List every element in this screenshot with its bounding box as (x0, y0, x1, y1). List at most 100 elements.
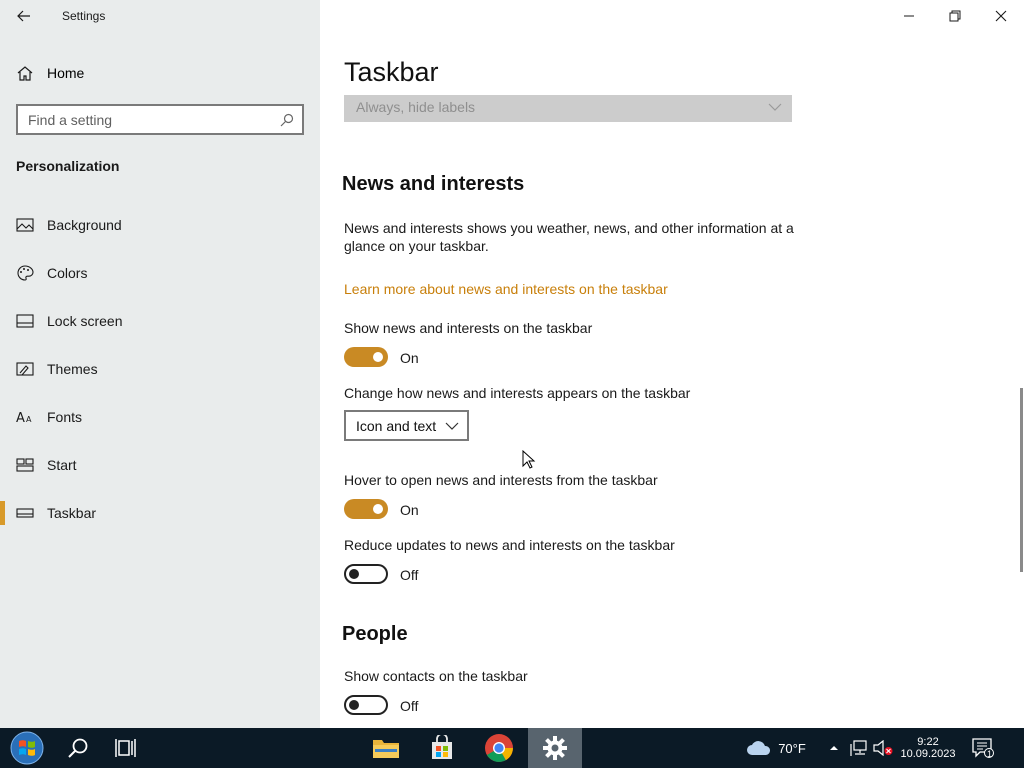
show-hidden-icons-button[interactable] (826, 728, 842, 768)
dropdown-value: Always, hide labels (356, 99, 476, 115)
hover-open-label: Hover to open news and interests from th… (344, 472, 658, 488)
sidebar-item-themes[interactable]: Themes (0, 349, 320, 389)
show-contacts-state: Off (400, 698, 419, 714)
news-description: News and interests shows you weather, ne… (344, 220, 794, 254)
home-nav-item[interactable]: Home (0, 58, 320, 88)
sidebar-item-label: Background (47, 217, 122, 233)
sidebar-item-label: Colors (47, 265, 88, 281)
taskbar: 70°F 9:22 10.09.2023 1 (0, 728, 1024, 768)
taskbar-search-button[interactable] (56, 728, 100, 768)
store-icon (432, 735, 452, 759)
lock-screen-icon (16, 314, 34, 328)
clock-time: 9:22 (917, 736, 939, 748)
sidebar-item-label: Fonts (47, 409, 83, 425)
show-contacts-label: Show contacts on the taskbar (344, 668, 528, 684)
appearance-label: Change how news and interests appears on… (344, 385, 691, 401)
network-icon (850, 740, 867, 756)
task-view-icon (115, 739, 136, 757)
back-button[interactable] (10, 4, 38, 28)
task-view-button[interactable] (104, 728, 148, 768)
cloud-icon (747, 741, 771, 755)
clock-button[interactable]: 9:22 10.09.2023 (896, 728, 960, 768)
sidebar-item-taskbar[interactable]: Taskbar (0, 493, 320, 533)
toggle-knob (373, 352, 383, 362)
taskbar-icon (16, 508, 34, 518)
chevron-up-icon (830, 746, 838, 750)
store-button[interactable] (420, 728, 464, 768)
start-button[interactable] (4, 728, 50, 768)
sidebar-item-label: Themes (47, 361, 98, 377)
gear-icon (543, 736, 567, 760)
settings-taskbar-button[interactable] (528, 728, 582, 768)
app-title: Settings (62, 9, 106, 23)
reduce-updates-toggle[interactable] (344, 564, 388, 584)
page-title: Taskbar (344, 57, 439, 87)
show-news-toggle[interactable] (344, 347, 388, 367)
chevron-down-icon (445, 422, 459, 430)
palette-icon (17, 265, 34, 281)
close-icon (995, 10, 1007, 22)
active-indicator (0, 501, 5, 525)
taskbar-labels-dropdown: Always, hide labels (344, 95, 792, 122)
weather-temp: 70°F (778, 740, 806, 756)
action-center-button[interactable]: 1 (966, 728, 1000, 768)
svg-text:A: A (16, 411, 25, 425)
mouse-cursor-icon (522, 450, 536, 469)
reduce-updates-label: Reduce updates to news and interests on … (344, 537, 675, 553)
chrome-button[interactable] (476, 728, 522, 768)
svg-text:A: A (26, 415, 32, 424)
chrome-icon (485, 734, 513, 762)
weather-widget[interactable]: 70°F (740, 728, 812, 768)
file-explorer-button[interactable] (364, 728, 408, 768)
themes-icon (16, 362, 34, 376)
back-arrow-icon (17, 10, 30, 22)
sidebar-item-label: Lock screen (47, 313, 123, 329)
sidebar-item-background[interactable]: Background (0, 205, 320, 245)
appearance-value: Icon and text (356, 418, 437, 434)
clock-date: 10.09.2023 (900, 748, 956, 760)
restore-button[interactable] (932, 0, 978, 32)
sidebar-item-lock-screen[interactable]: Lock screen (0, 301, 320, 341)
minimize-button[interactable] (886, 0, 932, 32)
learn-more-link[interactable]: Learn more about news and interests on t… (344, 281, 668, 297)
notification-count: 1 (987, 749, 993, 759)
toggle-knob (349, 700, 359, 710)
hover-open-state: On (400, 502, 419, 518)
folder-icon (373, 740, 399, 758)
search-box[interactable] (16, 104, 304, 135)
hover-open-toggle[interactable] (344, 499, 388, 519)
toggle-knob (373, 504, 383, 514)
people-heading: People (342, 623, 408, 645)
close-button[interactable] (978, 0, 1024, 32)
search-icon[interactable] (280, 113, 294, 127)
volume-muted-icon (873, 740, 893, 756)
sidebar-item-label: Taskbar (47, 505, 97, 521)
sidebar-item-label: Start (47, 457, 77, 473)
scrollbar-thumb[interactable] (1020, 388, 1023, 572)
sidebar-item-colors[interactable]: Colors (0, 253, 320, 293)
home-icon (17, 66, 33, 81)
sidebar-item-fonts[interactable]: AA Fonts (0, 397, 320, 437)
chevron-down-icon (768, 103, 782, 111)
sidebar-item-start[interactable]: Start (0, 445, 320, 485)
fonts-icon: AA (16, 411, 32, 425)
search-input[interactable] (28, 110, 268, 130)
windows-orb-icon (10, 731, 44, 765)
network-button[interactable] (848, 728, 870, 768)
show-contacts-toggle[interactable] (344, 695, 388, 715)
main-content: Taskbar Always, hide labels News and int… (320, 0, 1024, 728)
volume-button[interactable] (872, 728, 894, 768)
sidebar: Settings Home Personalization Background… (0, 0, 320, 728)
restore-icon (949, 10, 961, 22)
start-icon (16, 458, 34, 472)
appearance-dropdown[interactable]: Icon and text (344, 410, 469, 441)
image-icon (16, 218, 34, 232)
minimize-icon (904, 15, 914, 17)
search-icon (68, 738, 88, 758)
show-news-label: Show news and interests on the taskbar (344, 320, 593, 336)
section-title: Personalization (16, 158, 120, 174)
home-label: Home (47, 65, 85, 81)
news-heading: News and interests (342, 173, 525, 195)
show-news-state: On (400, 350, 419, 366)
toggle-knob (349, 569, 359, 579)
